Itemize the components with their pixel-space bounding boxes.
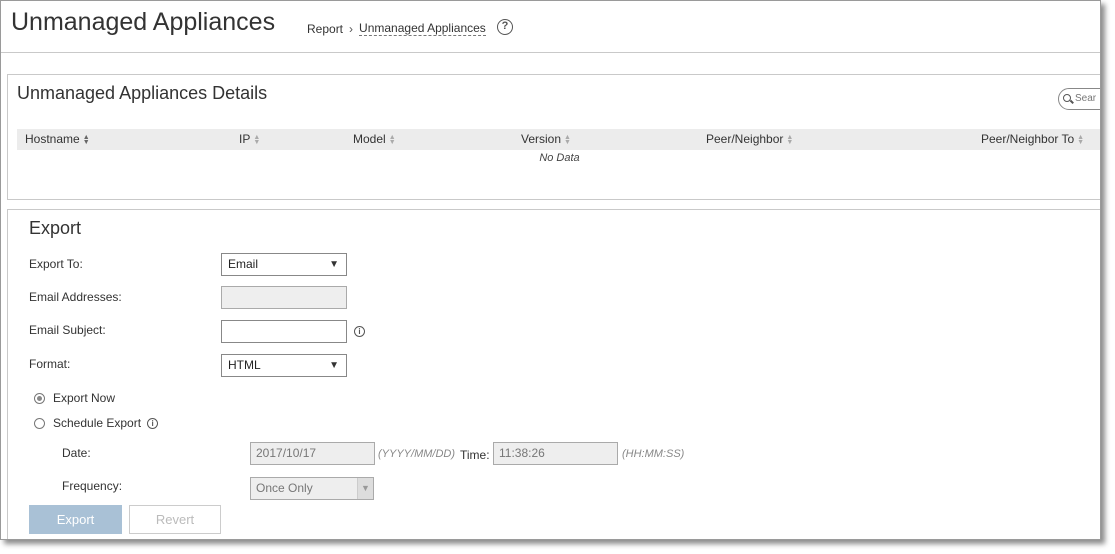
date-field[interactable]: 2017/10/17 [250, 442, 375, 465]
sort-icon: ▲ ▼ [786, 133, 794, 146]
email-subject-field[interactable] [221, 320, 347, 343]
export-button[interactable]: Export [29, 505, 122, 534]
email-addresses-field[interactable] [221, 286, 347, 309]
time-label: Time: [460, 448, 490, 462]
search-placeholder: Sear [1075, 93, 1097, 104]
search-icon [1063, 94, 1071, 102]
breadcrumb-report-link[interactable]: Report [307, 22, 343, 36]
page-header: Unmanaged Appliances Report › Unmanaged … [1, 1, 1100, 53]
date-format-hint: (YYYY/MM/DD) [378, 448, 455, 460]
schedule-export-option[interactable]: Schedule Export i [34, 416, 159, 430]
empty-grid-message: No Data [539, 152, 580, 164]
breadcrumb-separator: › [349, 21, 354, 36]
page-title: Unmanaged Appliances [11, 8, 276, 36]
sort-icon: ▲ ▼ [1077, 133, 1085, 146]
revert-button[interactable]: Revert [129, 505, 221, 534]
time-field[interactable]: 11:38:26 [493, 442, 618, 465]
sort-icon: ▲ ▼ [82, 133, 90, 146]
export-to-select[interactable]: Email ▼ [221, 253, 347, 276]
sort-icon: ▲ ▼ [388, 133, 396, 146]
help-icon[interactable]: ? [497, 19, 513, 35]
email-addresses-label: Email Addresses: [29, 290, 122, 304]
info-icon[interactable]: i [147, 417, 159, 429]
chevron-down-icon: ▼ [357, 478, 373, 499]
details-panel: Unmanaged Appliances Details Sear Hostna… [7, 74, 1100, 200]
format-select[interactable]: HTML ▼ [221, 354, 347, 377]
chevron-down-icon: ▼ [329, 360, 339, 371]
sort-icon: ▲ ▼ [564, 133, 571, 146]
info-icon[interactable]: i [354, 326, 365, 337]
frequency-label: Frequency: [62, 479, 123, 493]
export-now-radio[interactable] [34, 392, 45, 404]
column-version[interactable]: Version ▲ ▼ [521, 132, 571, 146]
column-model[interactable]: Model ▲ ▼ [353, 132, 396, 146]
date-label: Date: [62, 446, 91, 460]
export-to-label: Export To: [29, 257, 83, 271]
breadcrumb-current[interactable]: Unmanaged Appliances [359, 21, 486, 36]
email-subject-label: Email Subject: [29, 323, 106, 337]
column-ip[interactable]: IP ▲ ▼ [239, 132, 260, 146]
details-title: Unmanaged Appliances Details [17, 83, 268, 103]
grid-header: Hostname ▲ ▼ IP ▲ ▼ Model ▲ ▼ Version ▲ ▼ Peer/N… [17, 129, 1100, 150]
column-peer-neighbor[interactable]: Peer/Neighbor ▲ ▼ [706, 132, 793, 146]
frequency-select[interactable]: Once Only ▼ [250, 477, 374, 500]
export-panel: Export Export To: Email ▼ Email Addresse… [7, 209, 1100, 539]
column-hostname[interactable]: Hostname ▲ ▼ [25, 132, 90, 146]
format-label: Format: [29, 357, 71, 371]
schedule-export-radio[interactable] [34, 417, 45, 429]
time-format-hint: (HH:MM:SS) [622, 448, 685, 460]
export-now-option[interactable]: Export Now [34, 391, 115, 405]
app-window: Unmanaged Appliances Report › Unmanaged … [0, 0, 1101, 540]
export-title: Export [29, 218, 82, 238]
sort-icon: ▲ ▼ [253, 133, 261, 146]
column-peer-neighbor-to[interactable]: Peer/Neighbor To ▲ ▼ [981, 132, 1084, 146]
search-input[interactable]: Sear [1058, 88, 1100, 110]
breadcrumb: Report › Unmanaged Appliances [307, 21, 486, 36]
chevron-down-icon: ▼ [329, 259, 339, 270]
